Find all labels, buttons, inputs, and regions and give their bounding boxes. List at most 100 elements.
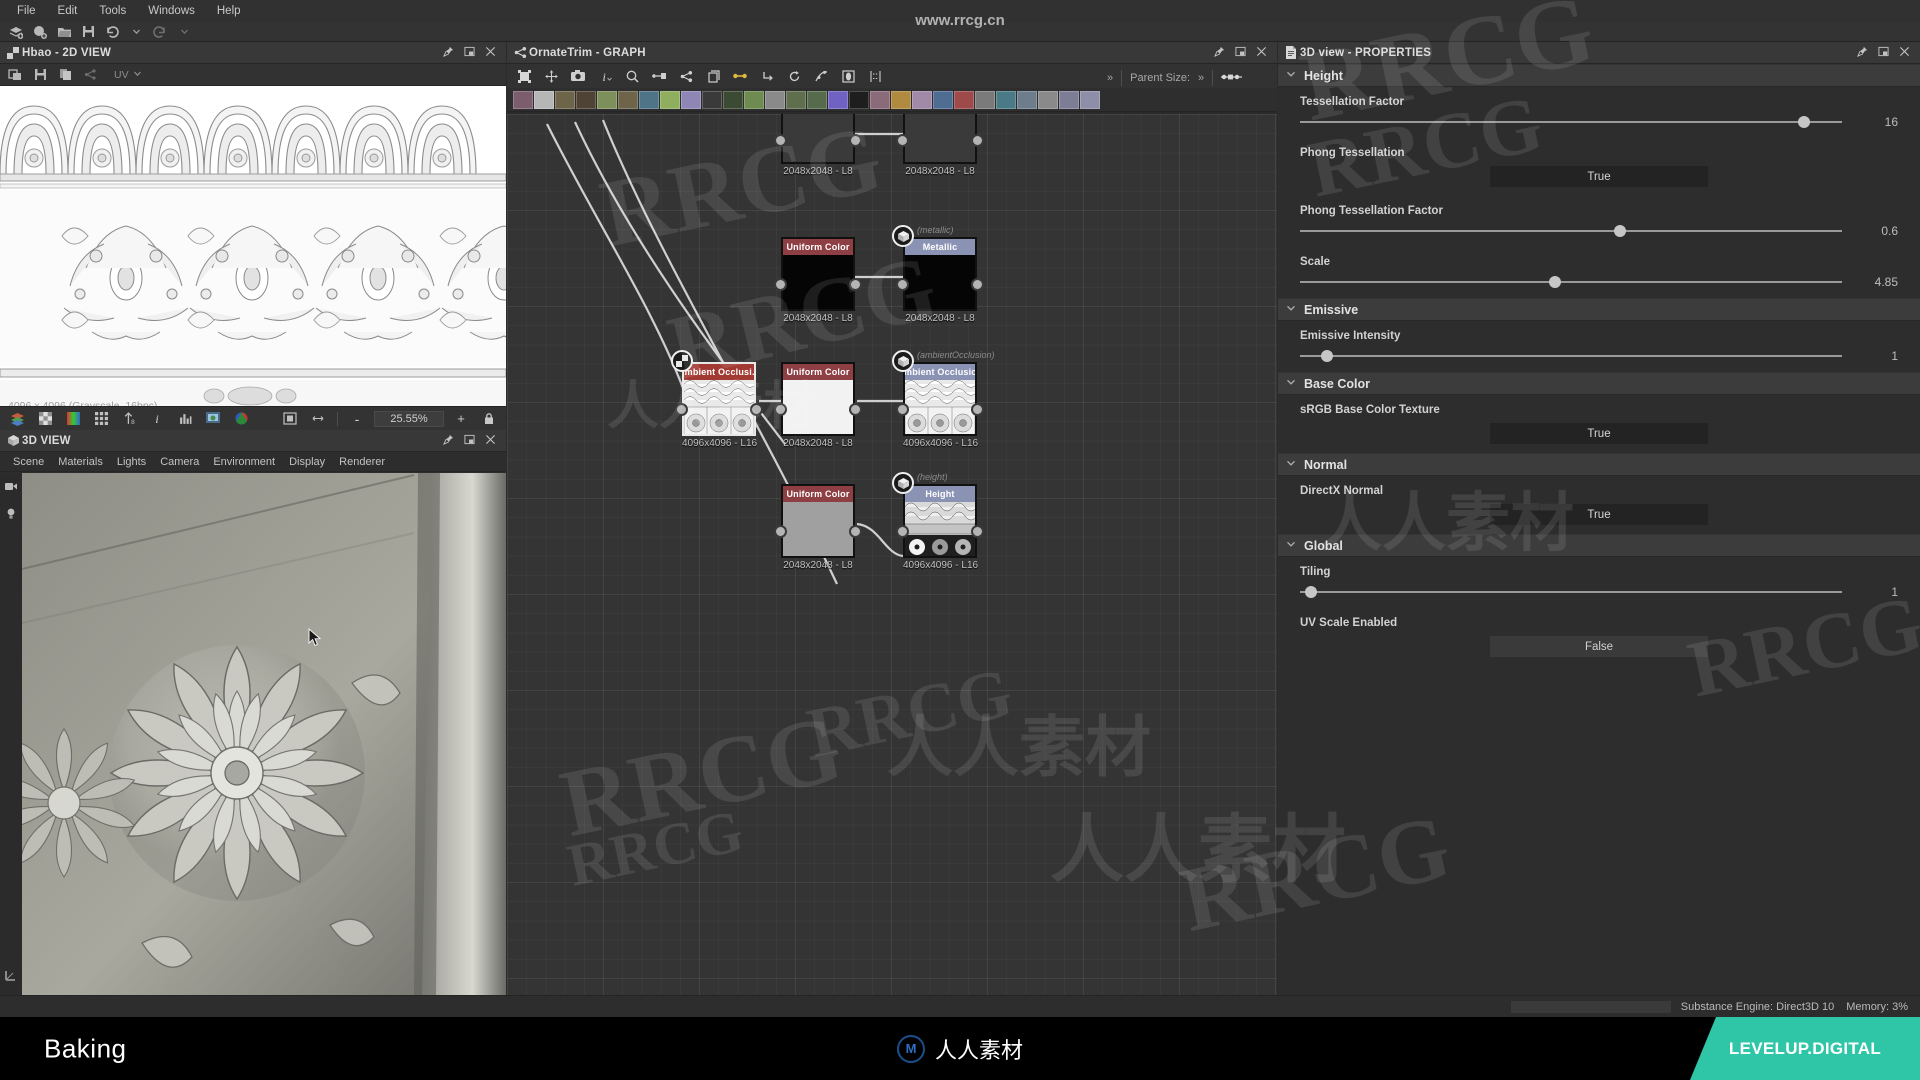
- property-slider[interactable]: [1300, 115, 1842, 129]
- mesh-icon[interactable]: [996, 90, 1016, 109]
- text-icon[interactable]: [912, 90, 932, 109]
- redo-dropdown-icon[interactable]: [173, 23, 195, 41]
- fit-icon[interactable]: [279, 410, 301, 428]
- flood-fill-icon[interactable]: [954, 90, 974, 109]
- menu-tools[interactable]: Tools: [88, 2, 137, 20]
- slider-handle[interactable]: [1548, 276, 1561, 288]
- graph-out-icon[interactable]: [1059, 90, 1079, 109]
- graph-node[interactable]: 2048x2048 - L8: [896, 114, 984, 177]
- node-input-port[interactable]: [774, 134, 787, 147]
- node-input-port[interactable]: [896, 278, 909, 291]
- parent-size-more[interactable]: »: [1198, 72, 1204, 84]
- node-input-port[interactable]: [774, 525, 787, 538]
- property-value[interactable]: 4.85: [1852, 275, 1898, 289]
- node-output-port[interactable]: [971, 403, 984, 416]
- undo-icon[interactable]: [101, 23, 123, 41]
- property-value[interactable]: 1: [1852, 585, 1898, 599]
- graph-canvas[interactable]: 2048x2048 - L8 2048x2048 - L8 Uniform Colo…: [507, 114, 1277, 995]
- info-icon[interactable]: i: [146, 410, 168, 428]
- checker-icon[interactable]: [671, 350, 693, 372]
- graph-node[interactable]: Uniform Color 2048x2048 - L8: [774, 484, 862, 571]
- slider-handle[interactable]: [1321, 350, 1334, 362]
- save-icon[interactable]: [29, 66, 51, 84]
- svg-icon[interactable]: [534, 90, 554, 109]
- menu-windows[interactable]: Windows: [137, 2, 206, 20]
- menu-scene[interactable]: Scene: [6, 454, 51, 470]
- graph-node[interactable]: Uniform Color 2048x2048 - L8: [774, 237, 862, 324]
- chevron-down-icon[interactable]: [1286, 458, 1296, 471]
- new-substance-icon[interactable]: [5, 23, 27, 41]
- rotate-icon[interactable]: [783, 67, 805, 85]
- colorwheel-icon[interactable]: [230, 410, 252, 428]
- pin-icon[interactable]: [443, 46, 454, 60]
- chevron-down-icon[interactable]: [1286, 539, 1296, 552]
- menu-materials[interactable]: Materials: [51, 454, 110, 470]
- node-connect-icon[interactable]: [1221, 69, 1243, 87]
- property-group-header[interactable]: Height: [1278, 64, 1920, 87]
- pin-icon[interactable]: [1214, 46, 1225, 60]
- property-group-header[interactable]: Emissive: [1278, 298, 1920, 321]
- slider-handle[interactable]: [1798, 116, 1811, 128]
- node-output-port[interactable]: [971, 525, 984, 538]
- lock-icon[interactable]: [478, 410, 500, 428]
- cube-icon[interactable]: [892, 472, 914, 494]
- maximize-icon[interactable]: [1878, 46, 1889, 60]
- cube-icon[interactable]: [892, 225, 914, 247]
- link-icon[interactable]: [79, 66, 101, 84]
- shuffle-icon[interactable]: [576, 90, 596, 109]
- property-toggle-button[interactable]: True: [1490, 504, 1708, 525]
- axis-icon[interactable]: [4, 968, 18, 987]
- gradient-icon[interactable]: [723, 90, 743, 109]
- menu-edit[interactable]: Edit: [47, 2, 89, 20]
- curve-node-icon[interactable]: [870, 90, 890, 109]
- menu-lights[interactable]: Lights: [110, 454, 153, 470]
- property-slider[interactable]: [1300, 275, 1842, 289]
- new-graph-icon[interactable]: [29, 23, 51, 41]
- splatter-icon[interactable]: [744, 90, 764, 109]
- blur-icon[interactable]: [681, 90, 701, 109]
- chevron-down-icon[interactable]: [1286, 69, 1296, 82]
- color-ramp-icon[interactable]: [62, 410, 84, 428]
- zoom-icon[interactable]: [621, 67, 643, 85]
- pin-icon[interactable]: [443, 434, 454, 448]
- display-icon[interactable]: [202, 410, 224, 428]
- input-icon[interactable]: [648, 67, 670, 85]
- node-chain-icon[interactable]: [765, 90, 785, 109]
- property-group-header[interactable]: Normal: [1278, 453, 1920, 476]
- cube-icon[interactable]: [892, 350, 914, 372]
- redo-icon[interactable]: [149, 23, 171, 41]
- crop-icon[interactable]: [933, 90, 953, 109]
- layers-icon[interactable]: [6, 410, 28, 428]
- pattern-icon[interactable]: [975, 90, 995, 109]
- close-icon[interactable]: [485, 46, 496, 60]
- property-value[interactable]: 0.6: [1852, 224, 1898, 238]
- node-output-port[interactable]: [971, 278, 984, 291]
- property-group-header[interactable]: Base Color: [1278, 372, 1920, 395]
- property-slider[interactable]: [1300, 585, 1842, 599]
- property-toggle-button[interactable]: True: [1490, 166, 1708, 187]
- menu-display[interactable]: Display: [282, 454, 332, 470]
- node-input-port[interactable]: [896, 525, 909, 538]
- graph-node[interactable]: 2048x2048 - L8: [774, 114, 862, 177]
- shape-icon[interactable]: [786, 90, 806, 109]
- open-icon[interactable]: [53, 23, 75, 41]
- hsl-icon[interactable]: [828, 90, 848, 109]
- chevron-down-icon[interactable]: [1286, 303, 1296, 316]
- bitmap-icon[interactable]: [513, 90, 533, 109]
- warp-icon[interactable]: [660, 90, 680, 109]
- snapshot-icon[interactable]: [567, 67, 589, 85]
- output-icon[interactable]: [1080, 90, 1100, 109]
- menu-help[interactable]: Help: [206, 2, 252, 20]
- menu-file[interactable]: File: [6, 2, 47, 20]
- ratio-icon[interactable]: [307, 410, 329, 428]
- undo-dropdown-icon[interactable]: [125, 23, 147, 41]
- graph-node[interactable]: Uniform Color 2048x2048 - L8: [774, 362, 862, 449]
- checker-bg-icon[interactable]: [34, 410, 56, 428]
- copy-icon[interactable]: [54, 66, 76, 84]
- align-icon[interactable]: [864, 67, 886, 85]
- light-icon[interactable]: [5, 507, 17, 526]
- property-slider[interactable]: [1300, 349, 1842, 363]
- 2d-view-canvas[interactable]: 4096 x 4096 (Grayscale, 16bpc): [0, 86, 506, 414]
- grid-icon[interactable]: [90, 410, 112, 428]
- node-input-port[interactable]: [675, 403, 688, 416]
